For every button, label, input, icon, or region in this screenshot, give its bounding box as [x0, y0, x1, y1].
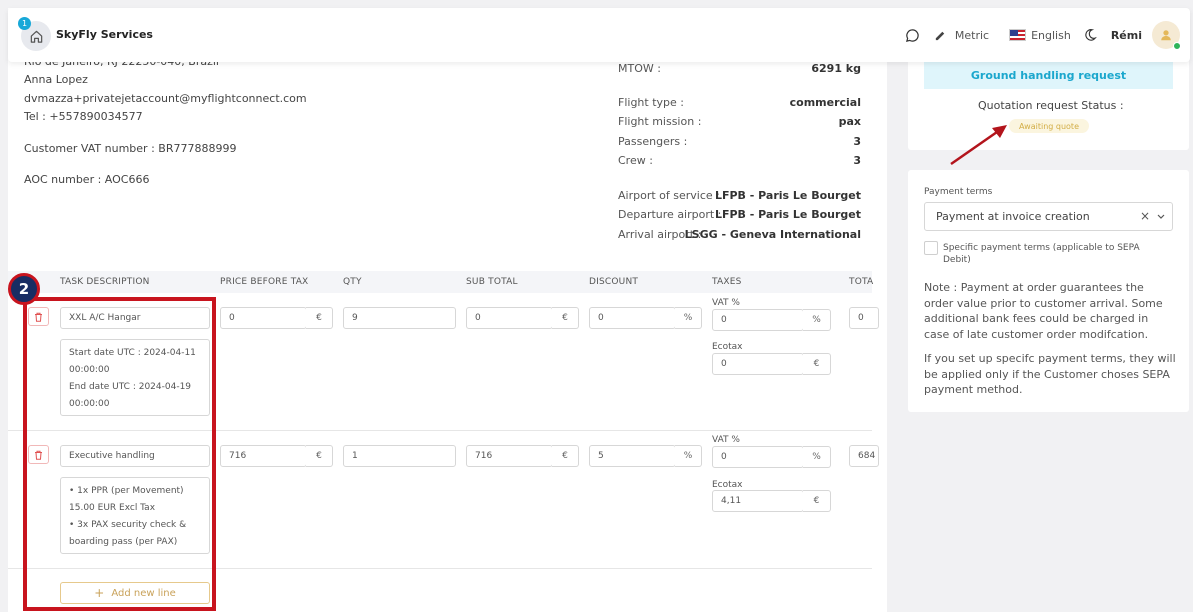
vat-label: VAT %	[712, 298, 740, 308]
navbar-actions: Metric English Rémi	[905, 18, 1181, 52]
payment-note-1: Note : Payment at order guarantees the o…	[924, 281, 1163, 341]
units-toggle[interactable]: Metric	[955, 29, 989, 42]
language-selector[interactable]: English	[1031, 29, 1071, 42]
departure-airport-label: Departure airport :	[618, 208, 722, 221]
status-badge: Awaiting quote	[1009, 119, 1089, 133]
currency-suffix: €	[552, 307, 579, 329]
currency-suffix: €	[803, 353, 831, 375]
specific-terms-checkbox[interactable]	[924, 241, 938, 255]
ruler-icon	[935, 31, 945, 40]
subtotal-input[interactable]: 716	[466, 445, 553, 467]
currency-suffix: €	[306, 307, 333, 329]
online-status-dot	[1173, 42, 1181, 50]
passengers-label: Passengers :	[618, 135, 688, 148]
arrival-airport-value: LSGG - Geneva International	[684, 228, 861, 241]
chat-icon[interactable]	[905, 28, 920, 43]
flight-type-value: commercial	[789, 96, 861, 109]
customer-contact: Anna Lopez	[24, 73, 88, 86]
us-flag-icon	[1009, 29, 1027, 41]
vat-input[interactable]: 0	[712, 309, 804, 331]
percent-suffix: %	[803, 309, 831, 331]
customer-aoc: AOC number : AOC666	[24, 173, 150, 186]
payment-note-2: If you set up specifc payment terms, the…	[924, 352, 1176, 396]
currency-suffix: €	[552, 445, 579, 467]
currency-suffix: €	[803, 490, 831, 512]
ecotax-input[interactable]: 0	[712, 353, 804, 375]
header-sub-total: SUB TOTAL	[466, 277, 518, 287]
percent-suffix: %	[675, 445, 702, 467]
flight-type-label: Flight type :	[618, 96, 684, 109]
passengers-value: 3	[853, 135, 861, 148]
header-discount: DISCOUNT	[589, 277, 639, 287]
airport-service-label: Airport of service :	[618, 189, 720, 202]
header-qty: QTY	[343, 277, 362, 287]
subtotal-input[interactable]: 0	[466, 307, 553, 329]
total-input[interactable]: 684	[849, 445, 879, 467]
total-input[interactable]: 0	[849, 307, 879, 329]
ecotax-input[interactable]: 4,11	[712, 490, 804, 512]
payment-terms-select[interactable]: Payment at invoice creation ×	[924, 202, 1173, 231]
discount-input[interactable]: 5	[589, 445, 676, 467]
departure-airport-value: LFPB - Paris Le Bourget	[714, 208, 861, 221]
price-input[interactable]: 716	[220, 445, 307, 467]
avatar[interactable]	[1152, 21, 1181, 50]
flight-mission-label: Flight mission :	[618, 115, 702, 128]
ground-handling-request-button[interactable]: Ground handling request	[924, 62, 1173, 89]
quotation-status-label: Quotation request Status :	[978, 99, 1124, 112]
airport-service-value: LFPB - Paris Le Bourget	[714, 189, 861, 202]
specific-terms-label: Specific payment terms (applicable to SE…	[943, 243, 1140, 265]
user-name[interactable]: Rémi	[1111, 29, 1142, 42]
home-icon	[30, 30, 42, 43]
clear-icon[interactable]: ×	[1140, 209, 1150, 223]
header-task-description: TASK DESCRIPTION	[60, 277, 150, 287]
user-icon	[1161, 30, 1171, 41]
customer-vat: Customer VAT number : BR777888999	[24, 142, 237, 155]
header-taxes: TAXES	[712, 277, 742, 287]
top-navbar: 1 SkyFly Services Metric English Rémi	[8, 8, 1190, 62]
header-total: TOTA	[849, 277, 874, 287]
mtow-value: 6291 kg	[811, 62, 861, 75]
qty-input[interactable]: 1	[343, 445, 456, 467]
customer-tel: Tel : +557890034577	[24, 110, 143, 123]
mtow-label: MTOW :	[618, 62, 661, 75]
notification-count-badge[interactable]: 1	[18, 17, 31, 30]
qty-input[interactable]: 9	[343, 307, 456, 329]
payment-terms-value: Payment at invoice creation	[936, 210, 1090, 223]
flight-mission-value: pax	[838, 115, 861, 128]
annotation-highlight-box	[23, 297, 216, 611]
payment-terms-label: Payment terms	[924, 187, 993, 197]
company-name: SkyFly Services	[56, 28, 153, 41]
customer-email: dvmazza+privatejetaccount@myflightconnec…	[24, 92, 307, 105]
percent-suffix: %	[803, 446, 831, 468]
currency-suffix: €	[306, 445, 333, 467]
annotation-arrow	[950, 125, 1007, 166]
discount-input[interactable]: 0	[589, 307, 676, 329]
moon-icon[interactable]	[1083, 28, 1097, 42]
annotation-step-badge: 2	[8, 273, 40, 305]
vat-label: VAT %	[712, 435, 740, 445]
percent-suffix: %	[675, 307, 702, 329]
ecotax-label: Ecotax	[712, 480, 743, 490]
vat-input[interactable]: 0	[712, 446, 804, 468]
chevron-down-icon[interactable]	[1157, 214, 1165, 220]
price-input[interactable]: 0	[220, 307, 307, 329]
crew-value: 3	[853, 154, 861, 167]
crew-label: Crew :	[618, 154, 653, 167]
header-price-before-tax: PRICE BEFORE TAX	[220, 277, 309, 287]
ecotax-label: Ecotax	[712, 342, 743, 352]
